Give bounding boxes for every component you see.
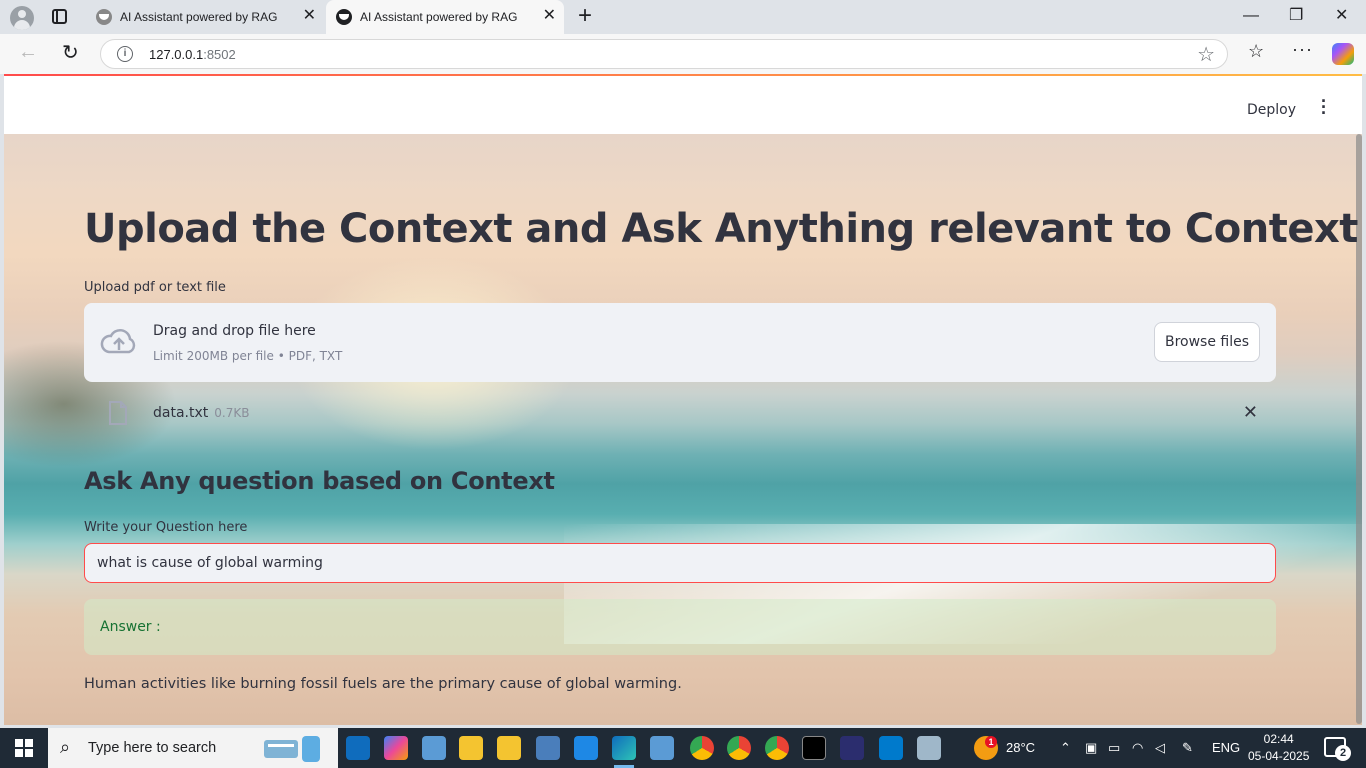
file-name: data.txt 0.7KB (153, 405, 249, 421)
file-explorer-icon[interactable] (459, 736, 483, 760)
clock-time: 02:44 (1263, 732, 1294, 746)
windows-start-icon[interactable] (15, 739, 33, 757)
tab-title: AI Assistant powered by RAG (120, 10, 278, 24)
tab-close-icon[interactable]: ✕ (543, 7, 556, 25)
chrome-icon[interactable] (690, 736, 714, 760)
question-input[interactable] (84, 543, 1276, 583)
dropzone-title: Drag and drop file here (153, 323, 316, 339)
store-icon[interactable] (574, 736, 598, 760)
uploaded-file: data.txt 0.7KB ✕ (84, 396, 1276, 430)
page-title: Upload the Context and Ask Anything rele… (84, 206, 1358, 252)
address-bar: ← ↻ i 127.0.0.1:8502 ☆ ☆ ··· (0, 34, 1366, 74)
file-size: 0.7KB (214, 406, 250, 420)
info-icon[interactable]: i (117, 46, 133, 62)
question-heading: Ask Any question based on Context (84, 467, 555, 495)
battery-icon[interactable]: ▭ (1108, 740, 1120, 756)
deploy-button[interactable]: Deploy (1247, 102, 1296, 118)
minimize-icon[interactable]: — (1243, 6, 1259, 26)
clock[interactable]: 02:44 05-04-2025 (1248, 731, 1309, 765)
pen-icon[interactable]: ✎ (1182, 740, 1193, 756)
tab-close-icon[interactable]: ✕ (303, 7, 316, 25)
webex-icon[interactable] (840, 736, 864, 760)
tray-app-icon[interactable]: ▣ (1085, 740, 1097, 756)
more-icon[interactable]: ··· (1292, 39, 1313, 60)
file-icon (109, 401, 127, 425)
search-placeholder: Type here to search (88, 740, 217, 756)
main-menu-icon[interactable]: · · · (1320, 92, 1328, 122)
browse-files-button[interactable]: Browse files (1154, 322, 1260, 362)
search-icon: ⌕ (60, 737, 71, 757)
file-dropzone[interactable]: Drag and drop file here Limit 200MB per … (84, 303, 1276, 382)
browser-tab-bar: AI Assistant powered by RAG ✕ AI Assista… (0, 0, 1366, 34)
browser-tab-2[interactable]: AI Assistant powered by RAG ✕ (326, 0, 564, 34)
chevron-up-icon[interactable]: ⌃ (1060, 740, 1071, 756)
profile-icon[interactable] (10, 6, 34, 30)
answer-text: Human activities like burning fossil fue… (84, 676, 682, 692)
restore-icon[interactable]: ❐ (1289, 6, 1303, 26)
back-icon[interactable]: ← (18, 41, 38, 64)
edge-icon[interactable] (612, 736, 636, 768)
page-viewport: Deploy · · · Upload the Context and Ask An… (4, 74, 1362, 725)
url-field[interactable]: i 127.0.0.1:8502 ☆ (100, 39, 1228, 69)
new-tab-icon[interactable]: + (578, 3, 592, 29)
upload-label: Upload pdf or text file (84, 280, 226, 295)
weather-badge: 1 (985, 736, 997, 748)
computer-icon[interactable] (422, 736, 446, 760)
cloud-upload-icon (100, 329, 136, 354)
search-highlight-icon (264, 736, 320, 762)
copilot-icon[interactable] (1332, 43, 1354, 65)
terminal-icon[interactable] (802, 736, 826, 760)
tab-actions-icon[interactable] (52, 9, 67, 24)
volume-icon[interactable]: ◁ (1155, 740, 1165, 756)
reload-icon[interactable]: ↻ (62, 40, 79, 65)
vscode-icon[interactable] (879, 736, 903, 760)
answer-box: Answer : (84, 599, 1276, 655)
pc-icon[interactable] (650, 736, 674, 760)
answer-label: Answer : (100, 619, 161, 635)
notification-count: 2 (1335, 745, 1351, 761)
tab-title: AI Assistant powered by RAG (360, 10, 518, 24)
url-host: 127.0.0.1 (149, 47, 204, 62)
network-app-icon[interactable] (536, 736, 560, 760)
favicon-icon (336, 9, 352, 25)
paint-icon[interactable] (917, 736, 941, 760)
url-port: :8502 (203, 47, 236, 62)
clock-date: 05-04-2025 (1248, 749, 1310, 763)
file-name-text: data.txt (153, 405, 209, 421)
star-icon[interactable]: ☆ (1197, 42, 1215, 67)
copilot-app-icon[interactable] (384, 736, 408, 760)
question-label: Write your Question here (84, 520, 248, 535)
outlook-icon[interactable] (346, 736, 370, 760)
url-text: 127.0.0.1:8502 (149, 47, 236, 62)
favicon-icon (96, 9, 112, 25)
close-icon[interactable]: ✕ (1243, 402, 1258, 423)
weather-temperature[interactable]: 28°C (1006, 740, 1035, 755)
app-header: Deploy · · · (4, 76, 1362, 134)
taskbar: ⌕ Type here to search 1 28°C ⌃ ▣ ▭ ◠ ◁ ✎… (0, 728, 1366, 768)
chrome-icon[interactable] (727, 736, 751, 760)
chrome-icon[interactable] (765, 736, 789, 760)
browser-tab-1[interactable]: AI Assistant powered by RAG ✕ (86, 0, 324, 34)
folder-icon[interactable] (497, 736, 521, 760)
language-indicator[interactable]: ENG (1212, 740, 1240, 755)
wifi-icon[interactable]: ◠ (1132, 740, 1143, 756)
favorites-icon[interactable]: ☆ (1248, 41, 1264, 62)
window-close-icon[interactable]: ✕ (1335, 6, 1348, 26)
dropzone-limit: Limit 200MB per file • PDF, TXT (153, 349, 343, 363)
taskbar-search[interactable]: ⌕ Type here to search (48, 728, 338, 768)
